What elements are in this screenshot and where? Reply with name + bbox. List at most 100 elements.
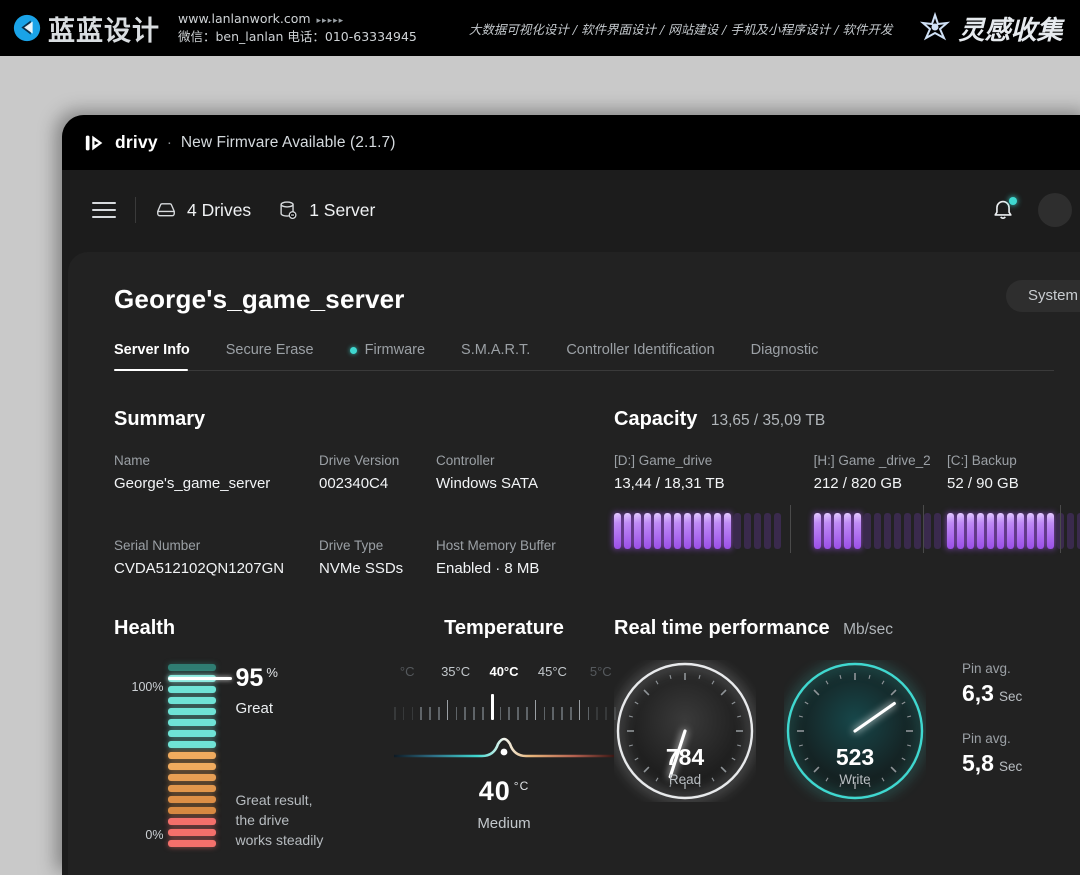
hamburger-menu-icon[interactable] (92, 202, 116, 218)
capacity-bar (714, 513, 721, 549)
capacity-bar (694, 513, 701, 549)
temperature-tick (578, 700, 581, 720)
capacity-bar (853, 513, 861, 549)
firmware-status-dot-icon (349, 346, 357, 354)
capacity-bar (933, 513, 941, 549)
capacity-total: 13,65 / 35,09 TB (710, 412, 826, 429)
capacity-bar (704, 513, 711, 549)
temperature-tick (543, 707, 546, 720)
drive-icon (157, 203, 175, 217)
content-panel: George's_game_server System Server Info … (68, 252, 1080, 875)
health-bar-segment (167, 829, 216, 836)
capacity-title: Capacity (614, 408, 698, 430)
capacity-group-divider (789, 505, 791, 553)
field-label: Serial Number (114, 538, 201, 553)
temperature-value: 40 °C (394, 776, 614, 807)
health-scale-max: 100% (131, 680, 164, 694)
capacity-bar (947, 513, 954, 549)
capacity-drive-name: [H:] Game _drive_2 (813, 453, 931, 468)
health-bar-segment (167, 686, 216, 693)
notification-badge-dot (1009, 197, 1017, 205)
health-bar-meter (167, 664, 216, 847)
capacity-bar (967, 513, 974, 549)
field-name: Name George's_game_server (114, 453, 319, 492)
capacity-bar (624, 513, 631, 549)
field-drive-type: Drive Type NVMe SSDs (319, 538, 436, 577)
capacity-bar (913, 513, 921, 549)
tab-secure-erase[interactable]: Secure Erase (226, 342, 314, 371)
banner-services-list: 大数据可视化设计 / 软件界面设计 / 网站建设 / 手机及小程序设计 / 软件… (468, 21, 893, 37)
tab-firmware[interactable]: Firmware (349, 342, 425, 371)
gauge-read[interactable]: 784 Read (614, 660, 756, 802)
capacity-bar (1007, 513, 1014, 549)
capacity-bar (987, 513, 994, 549)
title-separator: · (166, 134, 172, 151)
brand-contact-block: www.lanlanwork.com ▸▸▸▸▸ 微信：ben_lanlan 电话… (178, 10, 417, 46)
temperature-tick (473, 707, 475, 720)
capacity-drive-value: 212 / 820 GB (813, 475, 903, 492)
health-bar-segment (167, 807, 216, 814)
capacity-group-divider (1060, 505, 1061, 553)
temperature-state: Medium (477, 815, 531, 832)
capacity-drive-list: [D:] Game_drive 13,44 / 18,31 TB [H:] Game… (614, 453, 1080, 553)
tab-controller-identification[interactable]: Controller Identification (566, 342, 714, 371)
capacity-bar (833, 513, 841, 549)
temperature-tick (596, 707, 598, 720)
health-bar-segment (167, 774, 216, 781)
notification-bell-button[interactable] (990, 197, 1017, 223)
capacity-drive-2: [H:] Game _drive_2 212 / 820 GB (813, 453, 947, 553)
field-label: Controller (436, 453, 495, 468)
temperature-tick (411, 707, 414, 720)
capacity-bar (813, 513, 821, 549)
tab-server-info[interactable]: Server Info (114, 342, 190, 371)
pin-label: Pin avg. (962, 661, 1011, 676)
field-value: NVMe SSDs (319, 560, 404, 577)
temperature-tick (552, 707, 554, 720)
firmware-available-notice[interactable]: New Firmvare Available (2.1.7) (181, 134, 396, 152)
gauge-write[interactable]: 523 Write (784, 660, 926, 802)
capacity-bar (1067, 513, 1074, 549)
field-serial-number: Serial Number CVDA512102QN1207GN (114, 538, 319, 577)
watermark-banner: 蓝蓝设计 www.lanlanwork.com ▸▸▸▸▸ 微信：ben_lanl… (0, 0, 1080, 56)
capacity-bar (614, 513, 621, 549)
capacity-bar (644, 513, 651, 549)
user-avatar[interactable] (1038, 193, 1072, 227)
app-toolbar: 4 Drives 1 Server (62, 170, 1080, 250)
capacity-bar (634, 513, 641, 549)
health-bar-segment (167, 785, 216, 792)
performance-unit: Mb/sec (843, 621, 894, 638)
temperature-tick (482, 707, 484, 720)
gauge-write-label: Write (839, 772, 871, 787)
temperature-tick (508, 707, 510, 720)
health-bar-segment (167, 664, 216, 671)
tab-label: S.M.A.R.T. (461, 342, 531, 358)
temperature-tick (561, 707, 563, 720)
temperature-tick-label: °C (399, 664, 415, 679)
pin-label: Pin avg. (962, 731, 1011, 746)
pin-avg-write: Pin avg. 5,8 Sec (962, 731, 1080, 777)
toolbar-item-server[interactable]: 1 Server (277, 199, 375, 221)
toolbar-item-drives[interactable]: 4 Drives (155, 199, 251, 221)
temperature-title: Temperature (444, 617, 564, 639)
capacity-drive-value: 52 / 90 GB (947, 475, 1019, 492)
health-note-line: the drive (235, 812, 290, 829)
tab-diagnostic[interactable]: Diagnostic (751, 342, 819, 371)
temperature-tick (394, 707, 396, 720)
field-label: Drive Version (319, 453, 400, 468)
tab-smart[interactable]: S.M.A.R.T. (461, 342, 530, 371)
system-filter-pill[interactable]: System (1005, 280, 1080, 312)
capacity-bar (957, 513, 964, 549)
health-note: Great result, the drive works steadily (236, 791, 386, 851)
temperature-tick-label: 5°C (589, 664, 612, 679)
summary-section: Summary Name George's_game_server Drive … (114, 408, 614, 577)
health-percent: 95% (236, 664, 395, 693)
temperature-value-number: 40 (478, 776, 511, 806)
summary-fields-row2: Serial Number CVDA512102QN1207GN Drive T… (114, 538, 614, 577)
arrow-dots-icon: ▸▸▸▸▸ (316, 15, 345, 26)
capacity-drive-name: [D:] Game_drive (614, 453, 713, 468)
field-value: CVDA512102QN1207GN (114, 560, 285, 577)
gauge-read-label: Read (668, 772, 702, 787)
capacity-bar (724, 513, 731, 549)
temperature-tick (526, 707, 528, 720)
capacity-section: Capacity 13,65 / 35,09 TB [D:] Game_driv… (614, 408, 1080, 577)
